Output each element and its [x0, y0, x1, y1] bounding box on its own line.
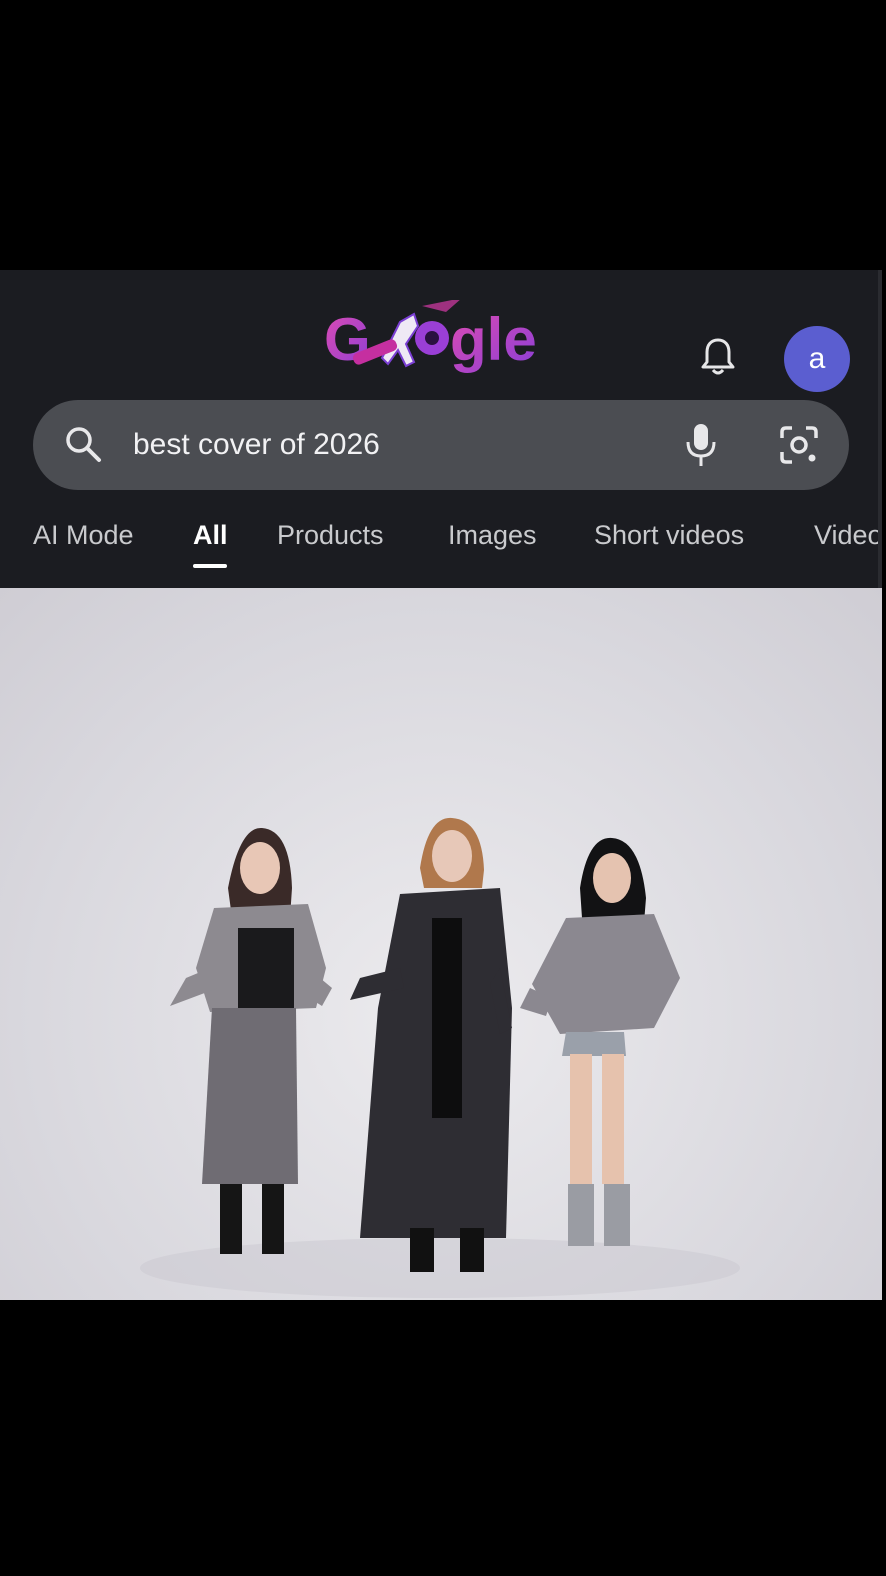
performer-right	[520, 837, 680, 1246]
tab-products[interactable]: Products	[277, 520, 384, 551]
video-frame[interactable]	[0, 588, 882, 1300]
performer-left	[170, 827, 332, 1254]
google-lens-icon[interactable]	[778, 424, 820, 466]
notification-bell-icon[interactable]	[696, 332, 740, 380]
top-black-bar	[0, 0, 886, 270]
bottom-black-bar	[0, 1300, 886, 1576]
search-icon[interactable]	[63, 424, 103, 464]
avatar-letter: a	[808, 342, 826, 375]
search-tabs: AI Mode All Products Images Short videos…	[0, 506, 882, 578]
video-scene	[140, 817, 740, 1298]
tab-images[interactable]: Images	[448, 520, 537, 551]
search-bar[interactable]: best cover of 2026	[33, 400, 849, 490]
search-input[interactable]: best cover of 2026	[133, 400, 380, 490]
active-tab-indicator	[193, 564, 227, 568]
tab-videos[interactable]: Videos	[814, 520, 882, 551]
svg-text:gle: gle	[450, 306, 537, 373]
tab-all[interactable]: All	[193, 520, 228, 551]
search-header: G gle a best cover of 2026 AI Mode All P…	[0, 270, 882, 588]
tab-ai-mode[interactable]: AI Mode	[33, 520, 134, 551]
performer-center	[350, 817, 512, 1272]
header-row: G gle a	[0, 292, 882, 392]
tab-short-videos[interactable]: Short videos	[594, 520, 744, 551]
google-doodle-logo[interactable]: G gle	[322, 300, 562, 380]
microphone-icon[interactable]	[683, 422, 719, 468]
account-avatar[interactable]: a	[784, 326, 850, 392]
